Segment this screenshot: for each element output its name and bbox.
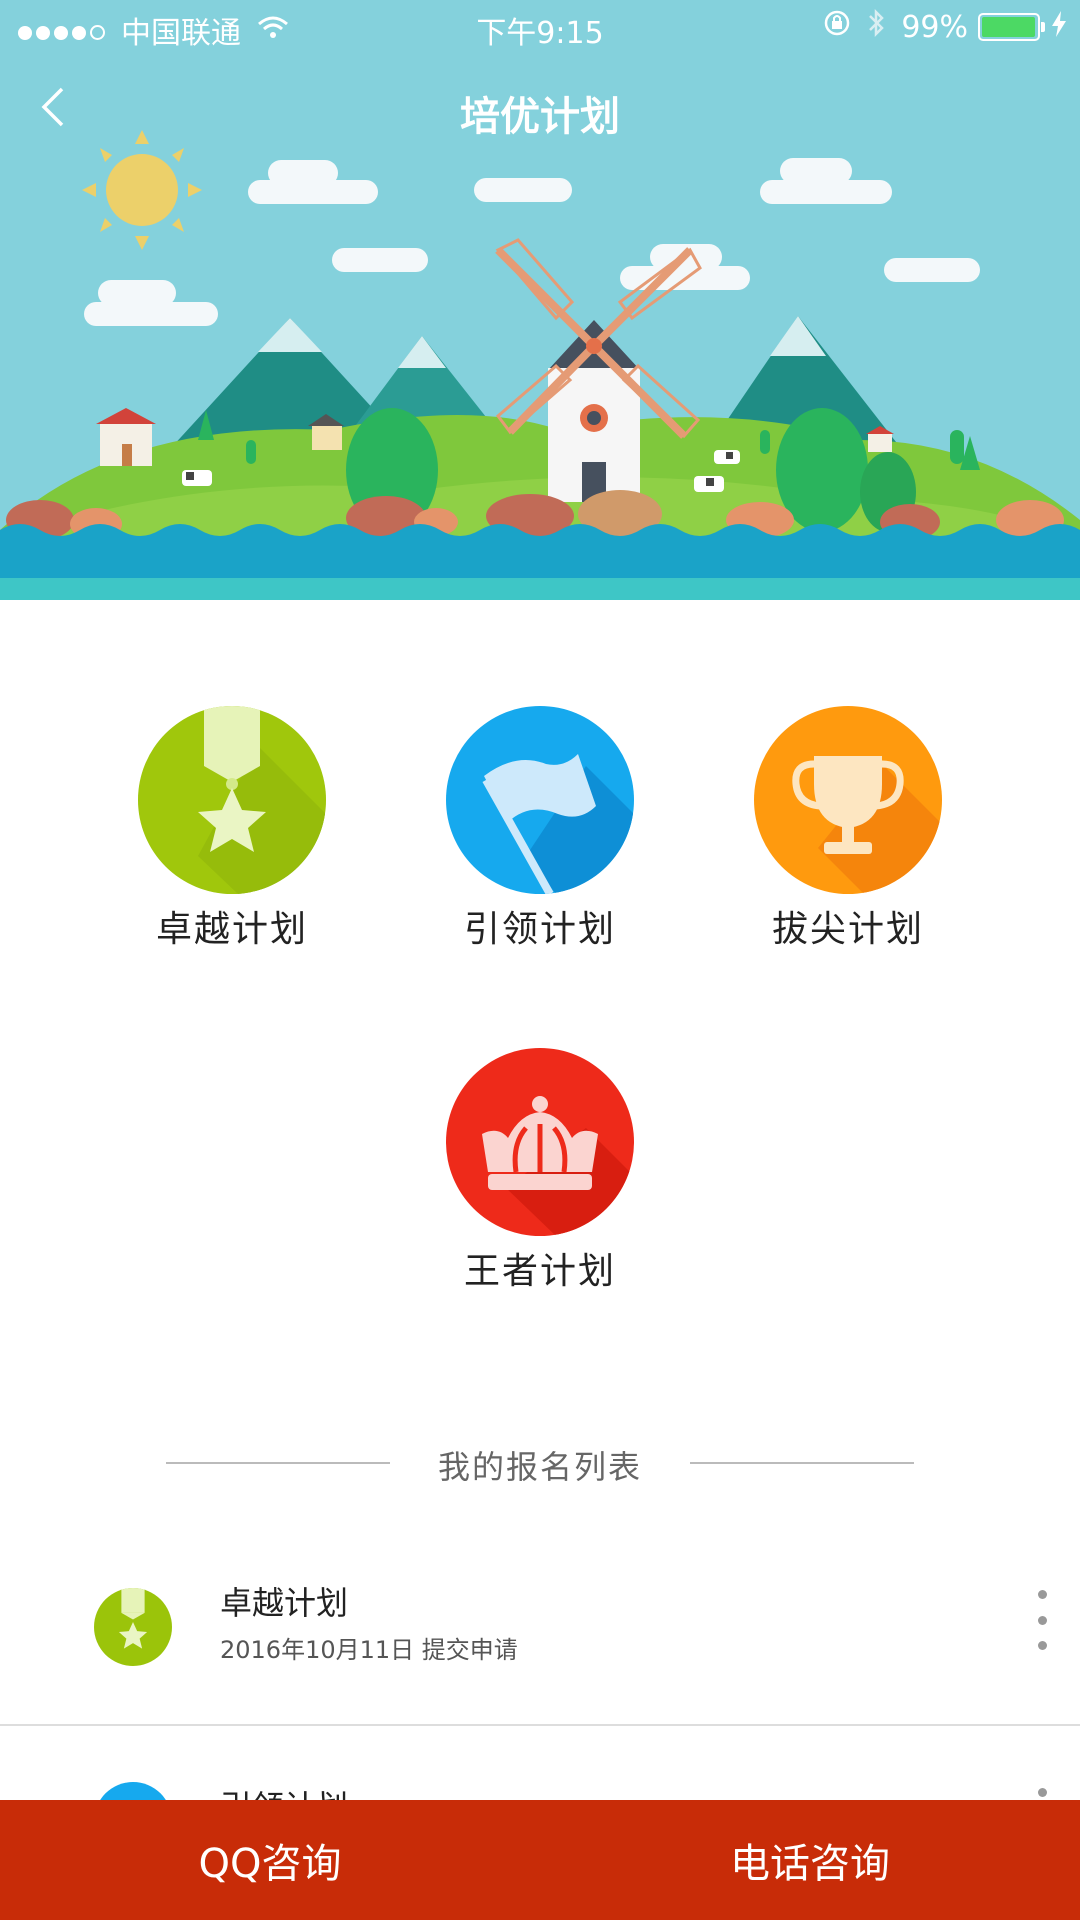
- list-divider: [0, 1724, 1080, 1726]
- registration-item[interactable]: 卓越计划 2016年10月11日 提交申请: [0, 1546, 1080, 1726]
- header-banner: 中国联通 下午9:15 99% 培优计划: [0, 0, 1080, 600]
- section-header: 我的报名列表: [0, 1440, 1080, 1490]
- plan-top[interactable]: 拔尖计划: [728, 706, 968, 952]
- more-options-icon[interactable]: [1034, 1590, 1050, 1650]
- plan-excellence[interactable]: 卓越计划: [112, 706, 352, 952]
- plan-label: 拔尖计划: [771, 909, 924, 950]
- plan-label: 王者计划: [463, 1251, 616, 1292]
- bottom-action-bar: QQ咨询 电话咨询: [0, 1800, 1080, 1920]
- crown-icon: [446, 1048, 634, 1236]
- plan-label: 引领计划: [463, 909, 616, 950]
- bluetooth-icon: [867, 8, 885, 46]
- divider-line-right: [690, 1462, 914, 1464]
- plan-king[interactable]: 王者计划: [420, 1048, 660, 1294]
- flag-icon: [446, 706, 634, 894]
- plan-label: 卓越计划: [155, 909, 308, 950]
- medal-icon: [94, 1588, 172, 1666]
- status-bar: 中国联通 下午9:15 99%: [0, 0, 1080, 54]
- rotation-lock-icon: [823, 9, 851, 45]
- phone-consult-button[interactable]: 电话咨询: [540, 1800, 1080, 1920]
- page-title: 培优计划: [460, 94, 620, 140]
- qq-consult-button[interactable]: QQ咨询: [0, 1800, 540, 1920]
- registration-subtitle: 2016年10月11日 提交申请: [220, 1636, 518, 1664]
- section-title: 我的报名列表: [437, 1448, 642, 1486]
- charging-icon: [1052, 10, 1066, 45]
- registration-title: 卓越计划: [220, 1584, 349, 1622]
- plan-leading[interactable]: 引领计划: [420, 706, 660, 952]
- trophy-icon: [754, 706, 942, 894]
- medal-icon: [138, 706, 326, 894]
- battery-icon: [978, 13, 1045, 41]
- battery-percent: 99%: [901, 9, 968, 45]
